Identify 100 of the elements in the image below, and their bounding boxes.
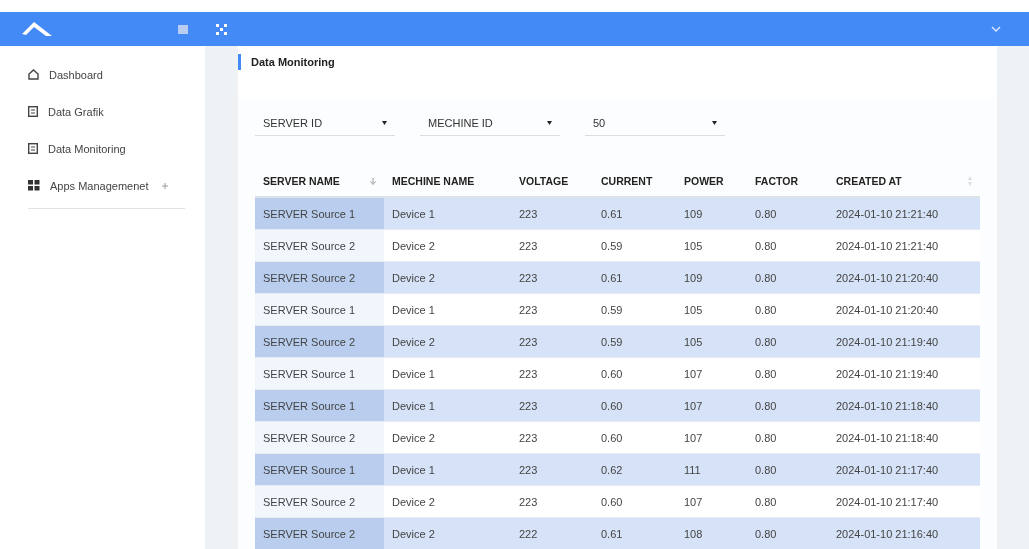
table-cell: 0.80: [747, 357, 828, 390]
table-cell: SERVER Source 2: [255, 517, 384, 549]
table-cell: 107: [676, 357, 747, 390]
table-cell: SERVER Source 2: [255, 485, 384, 518]
table-cell: 108: [676, 517, 747, 549]
table-cell: Device 2: [384, 325, 511, 358]
dropdown-caret-icon: [382, 120, 387, 125]
table-cell: 0.60: [593, 357, 676, 390]
document-icon: [28, 143, 38, 154]
dropdown-field[interactable]: 50: [585, 110, 725, 136]
sidebar-label: Data Grafik: [48, 105, 104, 118]
document-icon: [28, 106, 38, 117]
table-cell: SERVER Source 1: [255, 389, 384, 422]
table-cell: 2024-01-10 21:19:40: [828, 357, 980, 390]
table-cell: 0.80: [747, 389, 828, 422]
table-cell: 0.59: [593, 325, 676, 358]
table-cell: 223: [511, 261, 593, 294]
sidebar-item[interactable]: Data Grafik: [0, 93, 205, 130]
dropdown-caret-icon: [547, 120, 552, 125]
sidebar-item[interactable]: Dashboard: [0, 56, 205, 93]
table-cell: 0.60: [593, 421, 676, 454]
table-cell: Device 2: [384, 229, 511, 262]
table-cell: 0.60: [593, 485, 676, 518]
sidebar-label: Data Monitoring: [48, 142, 126, 155]
table-cell: 2024-01-10 21:18:40: [828, 421, 980, 454]
table-cell: 111: [676, 453, 747, 486]
table-cell: 223: [511, 453, 593, 486]
table-cell: Device 2: [384, 485, 511, 518]
table-cell: 222: [511, 517, 593, 549]
table-cell: SERVER Source 1: [255, 357, 384, 390]
table-cell: 2024-01-10 21:20:40: [828, 261, 980, 294]
table-cell: 223: [511, 485, 593, 518]
table-cell: SERVER Source 2: [255, 325, 384, 358]
table-cell: 0.80: [747, 485, 828, 518]
table-cell: 107: [676, 485, 747, 518]
table-cell: 0.80: [747, 293, 828, 326]
table-cell: 0.80: [747, 517, 828, 549]
home-icon: [28, 69, 39, 80]
fullscreen-icon[interactable]: [216, 23, 227, 35]
table-cell: 2024-01-10 21:21:40: [828, 197, 980, 230]
table-cell: SERVER Source 2: [255, 229, 384, 262]
table-cell: 223: [511, 197, 593, 230]
table-cell: 0.80: [747, 229, 828, 262]
chevron-down-icon[interactable]: [991, 26, 1001, 32]
table-cell: 0.80: [747, 421, 828, 454]
table-cell: 105: [676, 229, 747, 262]
table-cell: SERVER Source 1: [255, 197, 384, 230]
table-cell: Device 1: [384, 389, 511, 422]
table-cell: 109: [676, 197, 747, 230]
table-cell: 107: [676, 421, 747, 454]
table-cell: Device 2: [384, 261, 511, 294]
table-cell: 0.59: [593, 293, 676, 326]
sidebar-label: Dashboard: [49, 68, 103, 81]
table-cell: 0.59: [593, 229, 676, 262]
table-cell: SERVER Source 2: [255, 421, 384, 454]
sort-arrow-icon: [370, 177, 376, 185]
table-cell: 2024-01-10 21:17:40: [828, 453, 980, 486]
table-cell: 2024-01-10 21:19:40: [828, 325, 980, 358]
table-cell: 0.61: [593, 261, 676, 294]
table-cell: 223: [511, 357, 593, 390]
table-cell: Device 1: [384, 357, 511, 390]
table-cell: 105: [676, 325, 747, 358]
dropdown-caret-icon: [712, 120, 717, 125]
logo-icon: [20, 20, 54, 38]
table-cell: 2024-01-10 21:18:40: [828, 389, 980, 422]
table-cell: 223: [511, 325, 593, 358]
table-cell: 0.80: [747, 261, 828, 294]
sidebar-item[interactable]: Data Monitoring: [0, 130, 205, 167]
table-cell: Device 1: [384, 453, 511, 486]
expand-icon[interactable]: [162, 182, 169, 189]
table-cell: Device 1: [384, 293, 511, 326]
table-cell: 223: [511, 421, 593, 454]
page-title: Data Monitoring: [251, 56, 335, 68]
table-cell: Device 2: [384, 517, 511, 549]
table-cell: 0.60: [593, 389, 676, 422]
table-cell: 105: [676, 293, 747, 326]
table-cell: SERVER Source 1: [255, 453, 384, 486]
table-cell: 223: [511, 389, 593, 422]
sort-icon: [968, 176, 972, 186]
table-cell: Device 2: [384, 421, 511, 454]
table-cell: 0.62: [593, 453, 676, 486]
table-cell: 2024-01-10 21:16:40: [828, 517, 980, 549]
table-cell: SERVER Source 1: [255, 293, 384, 326]
table-cell: 0.80: [747, 197, 828, 230]
table-cell: 223: [511, 229, 593, 262]
sidebar-item[interactable]: Apps Managemenet: [0, 167, 205, 204]
grid-icon: [28, 180, 40, 191]
sidebar-label: Apps Managemenet: [50, 179, 149, 192]
table-cell: 0.80: [747, 325, 828, 358]
table-cell: 0.61: [593, 197, 676, 230]
table-cell: SERVER Source 2: [255, 261, 384, 294]
dropdown-field[interactable]: SERVER ID: [255, 110, 395, 136]
table-cell: 2024-01-10 21:17:40: [828, 485, 980, 518]
table-cell: 107: [676, 389, 747, 422]
table-cell: 109: [676, 261, 747, 294]
dropdown-field[interactable]: MECHINE ID: [420, 110, 560, 136]
table-cell: 0.61: [593, 517, 676, 549]
table-cell: 223: [511, 293, 593, 326]
table-cell: Device 1: [384, 197, 511, 230]
table-cell: 0.80: [747, 453, 828, 486]
